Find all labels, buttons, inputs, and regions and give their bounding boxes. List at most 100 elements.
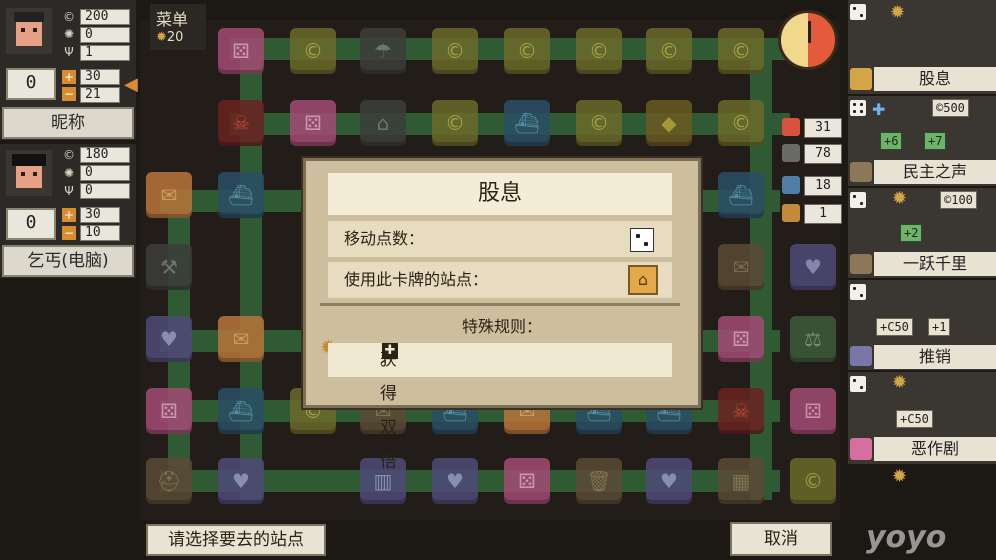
building-icon [850,346,872,366]
gear-icon: ✹ [892,372,908,393]
trash-icon [850,254,872,274]
dice-face-icon [850,438,872,460]
card-effect-a: +C50 [876,318,913,336]
cancel-button[interactable]: 取消 [730,522,832,556]
bank-icon: ⌂ [628,265,658,295]
dice-icon [850,192,866,208]
card-effect-a: +2 [900,224,923,242]
tile-ship[interactable]: ⛴ [718,172,764,218]
player-2-plus: 30 [80,207,120,223]
tile-helmet[interactable]: ⛑ [146,458,192,504]
tile-gray[interactable]: ☂ [360,28,406,74]
angry-face-icon [782,118,800,136]
stat-4: 1 [804,204,842,224]
tile-dice[interactable]: ⚄ [790,388,836,434]
tile-skull[interactable]: ☠ [218,100,264,146]
minus-icon: − [62,87,76,101]
tile-trash[interactable]: 🗑 [576,458,622,504]
tile-diamond[interactable]: ◆ [646,100,692,146]
player-1-avatar [6,8,52,54]
move-points-row: 移动点数： [328,221,672,257]
tile-heart[interactable]: ♥ [146,316,192,362]
tile-grid[interactable]: ▦ [718,458,764,504]
special-rule-line: 获得双倍 ✚。 [328,343,672,472]
player-2-avatar [6,150,52,196]
tile-money[interactable]: © [432,100,478,146]
tile-heart[interactable]: ♥ [218,458,264,504]
dice-icon [850,100,866,116]
station-label: 使用此卡牌的站点： [344,270,489,289]
trident-icon: Ψ [64,184,74,198]
turn-arrow-icon: ◀ [124,74,138,95]
card-cost: ©500 [932,99,969,117]
tile-gavel[interactable]: ⚒ [146,244,192,290]
stat-2: 78 [804,144,842,164]
player-2-money: 180 [80,147,130,163]
card-name: 股息 [874,67,996,91]
player-1-turn-value: 0 [6,68,56,100]
tile-heart[interactable]: ♥ [790,244,836,290]
player-1-name[interactable]: 昵称 [2,107,134,139]
gear-icon: ✹ [156,30,167,45]
tile-mail[interactable]: ✉ [146,172,192,218]
block-icon [782,144,800,162]
tile-dice[interactable]: ⚄ [146,388,192,434]
bank-icon [850,68,872,90]
divider [320,303,680,306]
tile-dice[interactable]: ⚄ [290,100,336,146]
tile-dice[interactable]: ⚄ [504,458,550,504]
money-icon: © [63,148,75,162]
tile-dice[interactable]: ⚄ [718,316,764,362]
watermark-logo: yoyo [866,520,947,555]
turn-clock-icon [778,10,838,70]
player-2-name[interactable]: 乞丐(电脑) [2,245,134,277]
dice-icon [850,4,866,20]
player-2-stat-3: 0 [80,183,130,199]
tile-money[interactable]: © [790,458,836,504]
tile-money[interactable]: © [576,28,622,74]
station-row: 使用此卡牌的站点： ⌂ [328,262,672,298]
player-1-stat-3: 1 [80,45,130,61]
card-effect-b: +7 [924,132,947,150]
tile-skull[interactable]: ☠ [718,388,764,434]
gear-icon: ✹ [892,466,908,487]
card-name: 民主之声 [874,160,996,184]
money-icon: © [63,10,75,24]
plus-icon: + [62,208,76,222]
player-1-stat-2: 0 [80,27,130,43]
tile-ship[interactable]: ⛴ [218,172,264,218]
player-1-plus: 30 [80,69,120,85]
tile-money[interactable]: © [504,28,550,74]
menu-button[interactable]: 菜单 ✹20 [150,4,206,50]
tile-mail[interactable]: ✉ [218,316,264,362]
tile-dice[interactable]: ⚄ [218,28,264,74]
trident-icon: Ψ [64,45,74,59]
tile-bank[interactable]: ⌂ [360,100,406,146]
dice-icon [850,376,866,392]
menu-count: 20 [166,30,184,45]
tile-ship[interactable]: ⛴ [218,388,264,434]
player-1-minus: 21 [80,87,120,103]
tile-money[interactable]: © [576,100,622,146]
tile-money[interactable]: © [718,100,764,146]
gear-icon [782,204,800,222]
tile-money-station[interactable]: © [290,28,336,74]
tile-scales[interactable]: ⚖ [790,316,836,362]
card-name: 恶作剧 [874,437,996,461]
player-1-money: 200 [80,9,130,25]
tile-mail[interactable]: ✉ [718,244,764,290]
pixel-bug-icon: ✺ [63,166,75,180]
card-effect-a: +C50 [896,410,933,428]
card-name: 推销 [874,345,996,369]
tile-heart[interactable]: ♥ [646,458,692,504]
card-detail-dialog: 股息 移动点数： 使用此卡牌的站点： ⌂ 特殊规则： ✹ 获得双倍✚。 [303,158,701,472]
plus-icon: + [62,70,76,84]
tile-ship[interactable]: ⛴ [504,100,550,146]
tile-money[interactable]: © [718,28,764,74]
minus-icon: − [62,226,76,240]
tile-heart[interactable]: ♥ [432,458,478,504]
card-effect-a: +6 [880,132,903,150]
card-effect-b: +1 [928,318,951,336]
tile-money[interactable]: © [646,28,692,74]
tile-money[interactable]: © [432,28,478,74]
